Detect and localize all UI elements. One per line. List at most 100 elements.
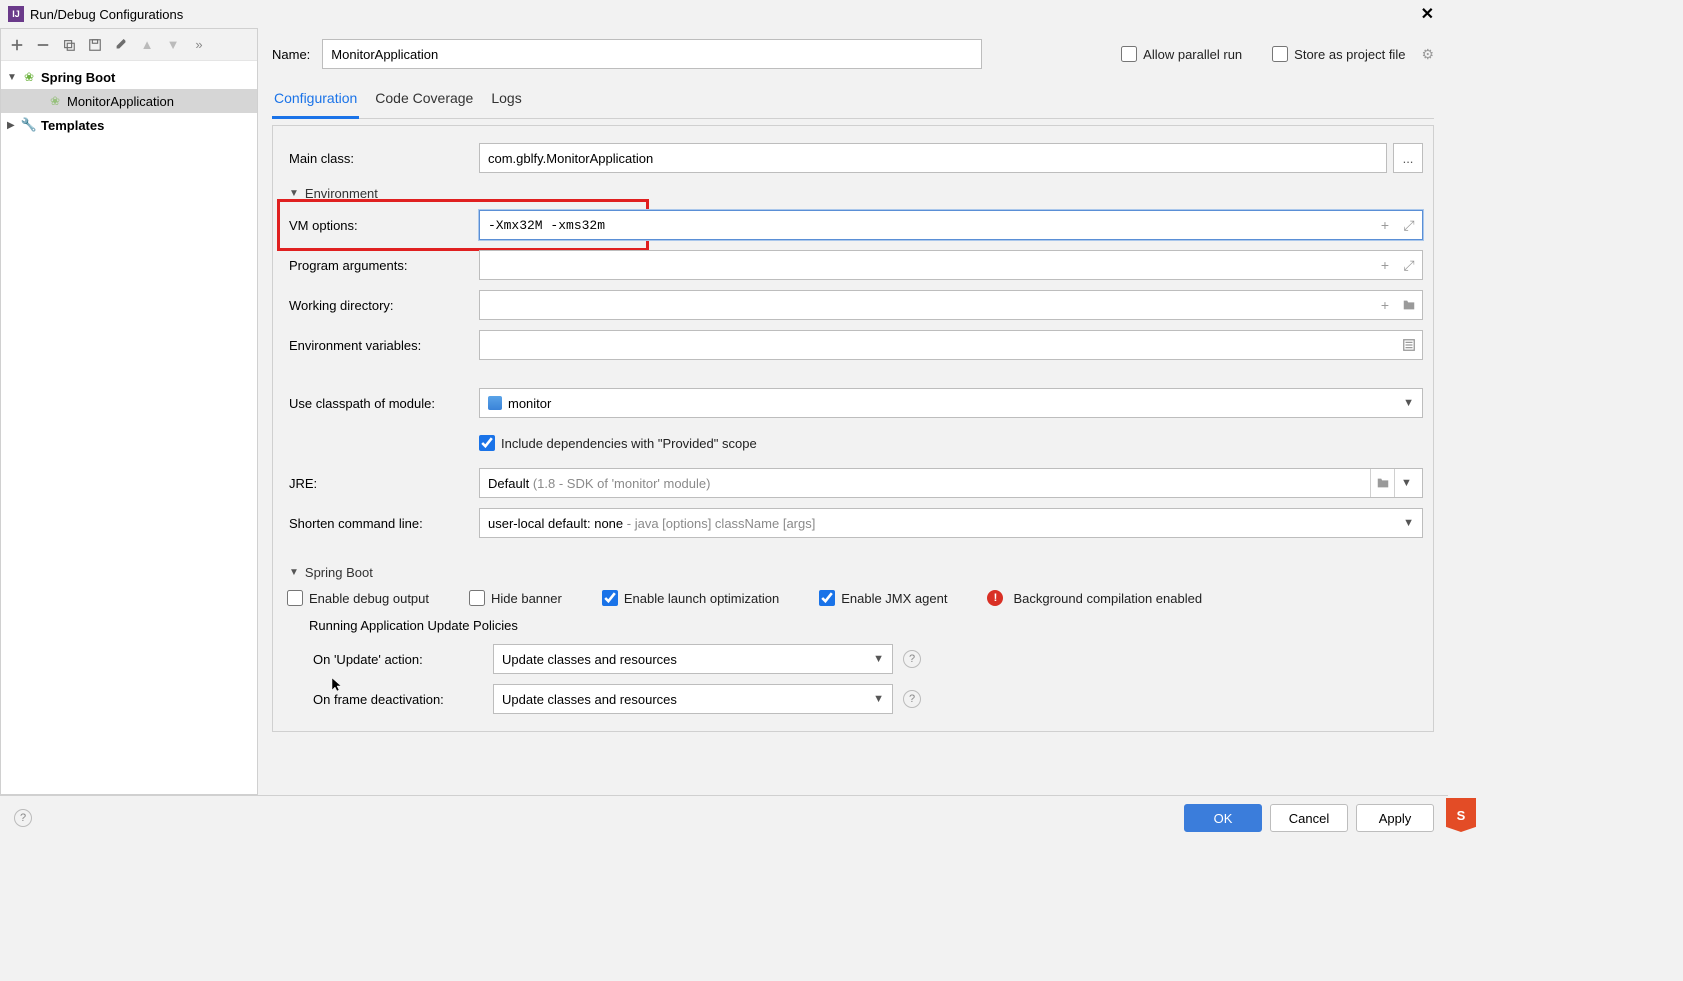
store-project-label: Store as project file xyxy=(1294,47,1405,62)
store-project-checkbox[interactable]: Store as project file xyxy=(1272,46,1405,62)
cancel-button[interactable]: Cancel xyxy=(1270,804,1348,832)
classpath-module-select[interactable]: monitor ▼ xyxy=(479,388,1423,418)
add-config-icon[interactable] xyxy=(7,35,27,55)
save-config-icon[interactable] xyxy=(85,35,105,55)
help-icon[interactable]: ? xyxy=(14,809,32,827)
jre-detail-label: (1.8 - SDK of 'monitor' module) xyxy=(529,476,710,491)
name-input[interactable] xyxy=(322,39,982,69)
bg-compile-label: Background compilation enabled xyxy=(1013,591,1202,606)
insert-macro-icon[interactable]: + xyxy=(1375,255,1395,275)
badge-icon: S xyxy=(1446,798,1476,832)
tab-configuration[interactable]: Configuration xyxy=(272,84,359,119)
shorten-label: Shorten command line: xyxy=(283,516,479,531)
folder-icon[interactable] xyxy=(1399,295,1419,315)
close-icon[interactable]: ✕ xyxy=(1415,4,1440,24)
include-provided-checkbox[interactable]: Include dependencies with "Provided" sco… xyxy=(479,435,757,451)
classpath-value: monitor xyxy=(508,396,551,411)
hide-banner-label: Hide banner xyxy=(491,591,562,606)
enable-debug-label: Enable debug output xyxy=(309,591,429,606)
chevron-down-icon: ▼ xyxy=(1403,397,1414,409)
shorten-detail: - java [options] className [args] xyxy=(623,516,815,531)
program-args-input[interactable] xyxy=(479,250,1423,280)
program-args-label: Program arguments: xyxy=(283,258,479,273)
tab-logs[interactable]: Logs xyxy=(489,84,523,118)
ok-label: OK xyxy=(1214,811,1233,826)
tree-node-monitor-application[interactable]: ❀ MonitorApplication xyxy=(1,89,257,113)
tree-node-templates[interactable]: ▶ 🔧 Templates xyxy=(1,113,257,137)
move-up-icon[interactable]: ▲ xyxy=(137,35,157,55)
window-title: Run/Debug Configurations xyxy=(30,7,183,22)
environment-section-label: Environment xyxy=(305,186,378,201)
jre-label: JRE: xyxy=(283,476,479,491)
allow-parallel-label: Allow parallel run xyxy=(1143,47,1242,62)
on-frame-label: On frame deactivation: xyxy=(313,692,493,707)
list-icon[interactable] xyxy=(1399,335,1419,355)
spring-boot-section-toggle[interactable]: ▼ Spring Boot xyxy=(283,557,1423,584)
on-update-value: Update classes and resources xyxy=(502,652,677,667)
insert-macro-icon[interactable]: + xyxy=(1375,295,1395,315)
spring-icon: ❀ xyxy=(47,93,63,109)
app-icon: IJ xyxy=(8,6,24,22)
env-vars-input[interactable] xyxy=(479,330,1423,360)
ok-button[interactable]: OK xyxy=(1184,804,1262,832)
name-label: Name: xyxy=(272,47,310,62)
edit-defaults-icon[interactable] xyxy=(111,35,131,55)
config-tree-panel: ▲ ▼ » ▼ ❀ Spring Boot ❀ MonitorApplicati… xyxy=(0,28,258,795)
expand-icon[interactable]: » xyxy=(189,35,209,55)
classpath-label: Use classpath of module: xyxy=(283,396,479,411)
chevron-down-icon: ▼ xyxy=(1403,517,1414,529)
shorten-cmdline-select[interactable]: user-local default: none - java [options… xyxy=(479,508,1423,538)
chevron-down-icon: ▼ xyxy=(289,567,299,578)
vm-options-label: VM options: xyxy=(283,218,479,233)
main-class-input[interactable] xyxy=(479,143,1387,173)
module-icon xyxy=(488,396,502,410)
warning-icon: ! xyxy=(987,590,1003,606)
env-vars-label: Environment variables: xyxy=(283,338,479,353)
chevron-right-icon: ▶ xyxy=(7,120,17,131)
wrench-icon: 🔧 xyxy=(21,117,37,133)
expand-field-icon[interactable]: ⤢ xyxy=(1399,215,1419,235)
shorten-value: user-local default: none xyxy=(488,516,623,531)
include-provided-label: Include dependencies with "Provided" sco… xyxy=(501,436,757,451)
tree-node-spring-boot[interactable]: ▼ ❀ Spring Boot xyxy=(1,65,257,89)
copy-config-icon[interactable] xyxy=(59,35,79,55)
allow-parallel-checkbox[interactable]: Allow parallel run xyxy=(1121,46,1242,62)
on-update-select[interactable]: Update classes and resources ▼ xyxy=(493,644,893,674)
jre-default-label: Default xyxy=(488,476,529,491)
enable-jmx-label: Enable JMX agent xyxy=(841,591,947,606)
enable-launch-label: Enable launch optimization xyxy=(624,591,779,606)
tree-label: Spring Boot xyxy=(41,70,115,85)
tree-label: Templates xyxy=(41,118,104,133)
enable-jmx-checkbox[interactable]: Enable JMX agent xyxy=(819,590,947,606)
expand-field-icon[interactable]: ⤢ xyxy=(1399,255,1419,275)
enable-debug-checkbox[interactable]: Enable debug output xyxy=(287,590,429,606)
spring-boot-section-label: Spring Boot xyxy=(305,565,373,580)
bg-compile-warning: ! Background compilation enabled xyxy=(987,590,1202,606)
gear-icon[interactable]: ⚙ xyxy=(1421,46,1434,63)
hide-banner-checkbox[interactable]: Hide banner xyxy=(469,590,562,606)
chevron-down-icon: ▼ xyxy=(1394,469,1418,497)
jre-select[interactable]: Default (1.8 - SDK of 'monitor' module) … xyxy=(479,468,1423,498)
enable-launch-checkbox[interactable]: Enable launch optimization xyxy=(602,590,779,606)
move-down-icon[interactable]: ▼ xyxy=(163,35,183,55)
on-frame-select[interactable]: Update classes and resources ▼ xyxy=(493,684,893,714)
chevron-down-icon: ▼ xyxy=(873,693,884,705)
help-icon[interactable]: ? xyxy=(903,690,921,708)
on-update-label: On 'Update' action: xyxy=(313,652,493,667)
browse-main-class-button[interactable]: ... xyxy=(1393,143,1423,173)
insert-macro-icon[interactable]: + xyxy=(1375,215,1395,235)
chevron-down-icon: ▼ xyxy=(289,188,299,199)
tab-code-coverage[interactable]: Code Coverage xyxy=(373,84,475,118)
help-icon[interactable]: ? xyxy=(903,650,921,668)
running-policies-label: Running Application Update Policies xyxy=(283,612,1423,639)
chevron-down-icon: ▼ xyxy=(7,72,17,83)
working-dir-label: Working directory: xyxy=(283,298,479,313)
vm-options-input[interactable] xyxy=(479,210,1423,240)
remove-config-icon[interactable] xyxy=(33,35,53,55)
working-dir-input[interactable] xyxy=(479,290,1423,320)
folder-icon[interactable] xyxy=(1370,469,1394,497)
spring-icon: ❀ xyxy=(21,69,37,85)
environment-section-toggle[interactable]: ▼ Environment xyxy=(283,178,1423,205)
apply-button[interactable]: Apply xyxy=(1356,804,1434,832)
chevron-down-icon: ▼ xyxy=(873,653,884,665)
